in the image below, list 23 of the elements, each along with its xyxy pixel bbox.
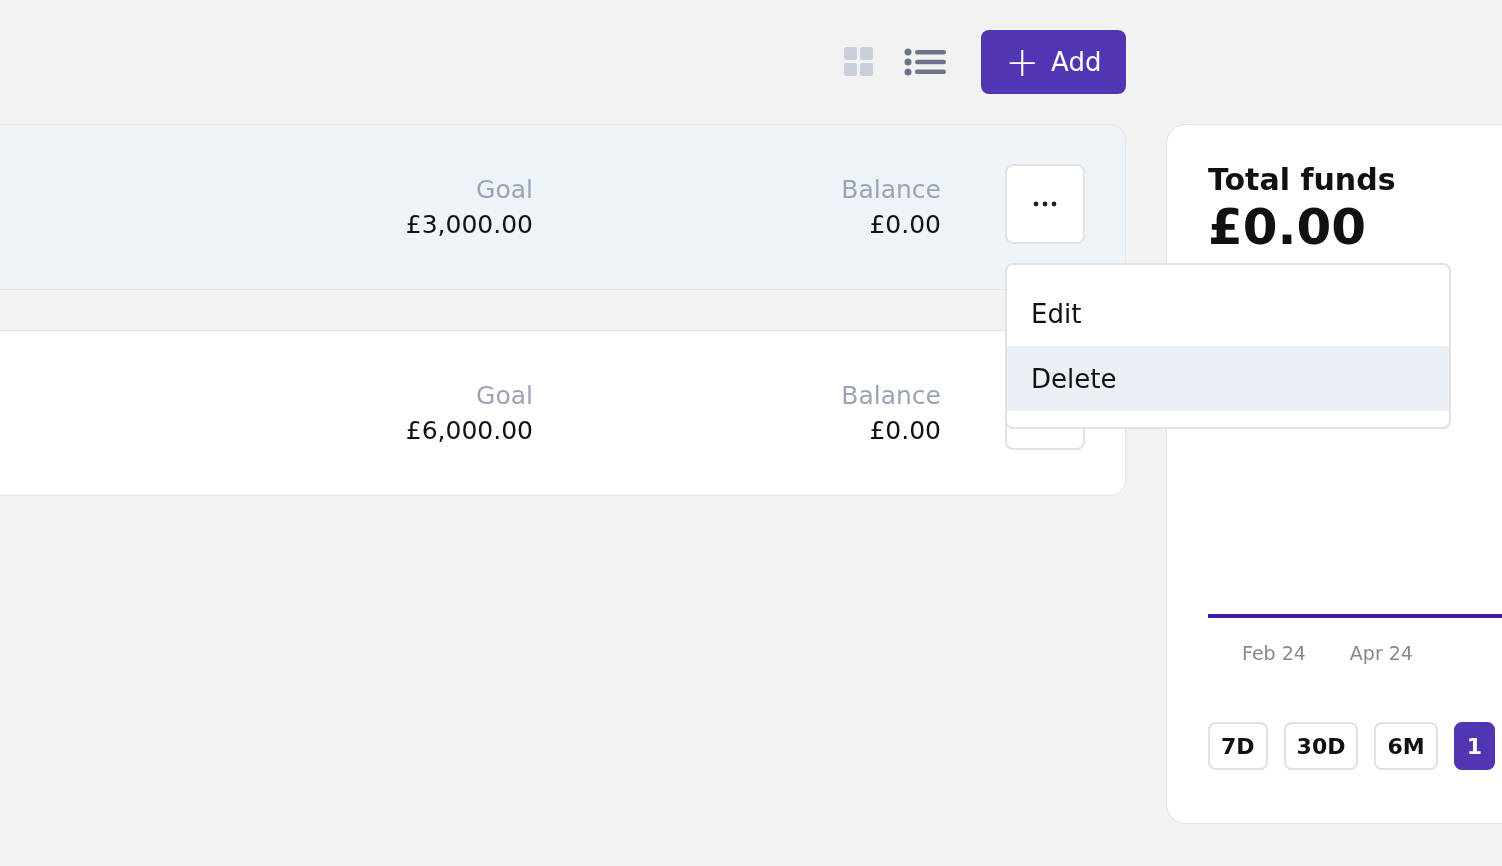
goal-amount: £6,000.00 — [405, 416, 533, 445]
range-button[interactable]: 6M — [1374, 722, 1438, 770]
balance-label: Balance — [841, 175, 941, 204]
balance-amount: £0.00 — [869, 416, 941, 445]
menu-item[interactable]: Edit — [1007, 281, 1449, 346]
range-button[interactable]: 1 — [1453, 722, 1495, 770]
add-button[interactable]: + Add — [981, 30, 1126, 94]
axis-label: Feb 24 — [1242, 642, 1306, 664]
total-amount: £0.00 — [1208, 202, 1368, 252]
grid-view-button[interactable] — [844, 47, 874, 77]
balance-label: Balance — [841, 381, 941, 410]
menu-item[interactable]: Delete — [1007, 346, 1449, 411]
range-button[interactable]: 7D — [1208, 722, 1268, 770]
goal-label: Goal — [476, 175, 533, 204]
balance-amount: £0.00 — [869, 210, 941, 239]
goal-amount: £3,000.00 — [405, 210, 533, 239]
list-view-button[interactable] — [904, 48, 946, 76]
more-button[interactable] — [1005, 164, 1085, 244]
range-button[interactable]: 30D — [1283, 722, 1359, 770]
summary-title: Total funds — [1208, 163, 1397, 196]
goal-label: Goal — [476, 381, 533, 410]
dots-icon — [1033, 201, 1057, 207]
axis-label: Apr 24 — [1349, 642, 1413, 664]
